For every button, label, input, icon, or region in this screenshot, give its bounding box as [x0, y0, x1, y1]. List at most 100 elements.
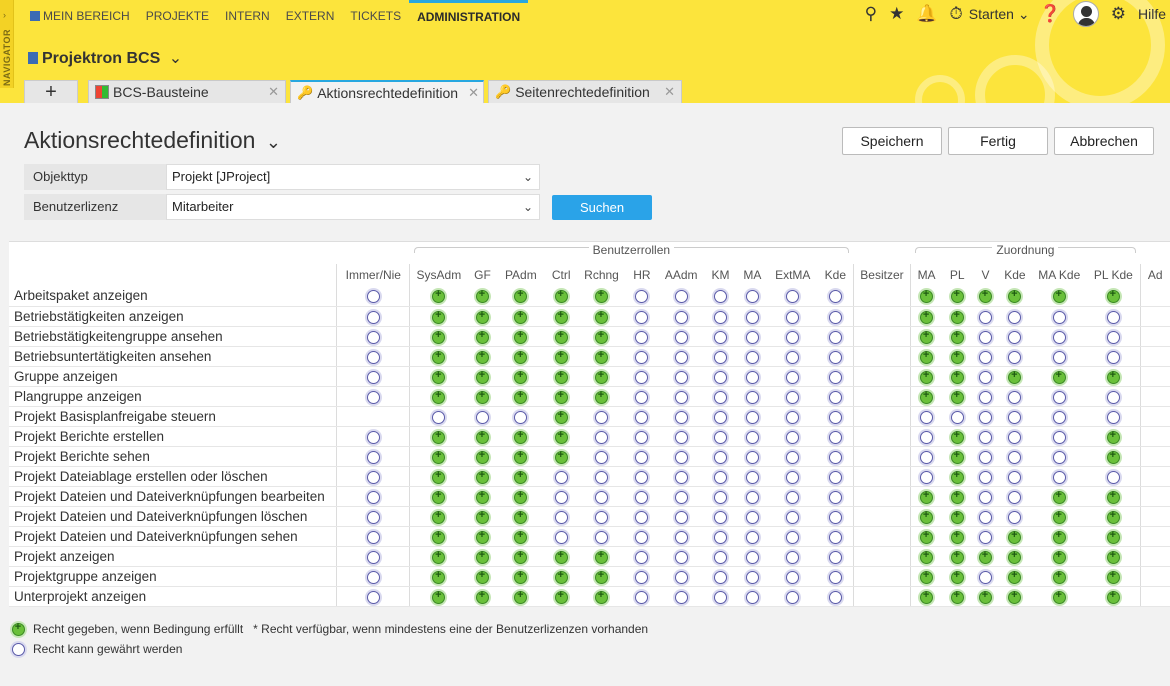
right-cell[interactable]: [497, 346, 545, 367]
granted-icon[interactable]: [475, 509, 489, 524]
right-cell[interactable]: [703, 526, 738, 547]
add-tab-button[interactable]: +: [24, 80, 78, 103]
gear-icon[interactable]: ⚙: [1111, 4, 1126, 24]
right-cell[interactable]: [998, 286, 1032, 307]
right-cell[interactable]: [624, 386, 659, 407]
right-cell[interactable]: [703, 546, 738, 567]
right-cell[interactable]: [1031, 506, 1088, 527]
right-cell[interactable]: [737, 466, 768, 487]
grantable-icon[interactable]: [745, 430, 759, 444]
granted-icon[interactable]: [475, 529, 489, 544]
grantable-icon[interactable]: [1008, 330, 1022, 344]
right-cell[interactable]: [624, 446, 659, 467]
tab-bcs-bausteine[interactable]: BCS-Bausteine ✕: [88, 80, 286, 103]
right-cell[interactable]: [818, 446, 854, 467]
grantable-icon[interactable]: [635, 450, 649, 464]
right-cell[interactable]: [767, 286, 819, 307]
granted-icon[interactable]: [432, 589, 446, 604]
right-cell[interactable]: [624, 406, 659, 427]
right-cell[interactable]: [972, 326, 999, 347]
granted-icon[interactable]: [920, 349, 934, 364]
right-cell[interactable]: [409, 466, 468, 487]
right-cell[interactable]: [941, 426, 973, 447]
right-cell[interactable]: [1087, 506, 1141, 527]
right-cell[interactable]: [544, 486, 579, 507]
right-cell[interactable]: [767, 306, 819, 327]
grantable-icon[interactable]: [554, 490, 568, 504]
grantable-icon[interactable]: [1052, 470, 1066, 484]
right-cell[interactable]: [336, 486, 410, 507]
right-cell[interactable]: [737, 346, 768, 367]
right-cell[interactable]: [409, 406, 468, 427]
right-cell[interactable]: [409, 526, 468, 547]
grantable-icon[interactable]: [786, 490, 800, 504]
right-cell[interactable]: [544, 586, 579, 607]
granted-icon[interactable]: [514, 329, 528, 344]
right-cell[interactable]: [658, 506, 704, 527]
granted-icon[interactable]: [432, 529, 446, 544]
grantable-icon[interactable]: [786, 330, 800, 344]
right-cell[interactable]: [767, 326, 819, 347]
right-cell[interactable]: [998, 486, 1032, 507]
grantable-icon[interactable]: [786, 590, 800, 604]
right-cell[interactable]: [624, 466, 659, 487]
grantable-icon[interactable]: [1052, 310, 1066, 324]
granted-icon[interactable]: [554, 429, 568, 444]
right-cell[interactable]: [818, 566, 854, 587]
granted-icon[interactable]: [514, 589, 528, 604]
granted-icon[interactable]: [475, 288, 489, 304]
grantable-icon[interactable]: [366, 310, 380, 324]
granted-icon[interactable]: [595, 349, 609, 364]
grantable-icon[interactable]: [366, 470, 380, 484]
project-selector[interactable]: Projektron BCS ⌄: [28, 48, 182, 68]
granted-icon[interactable]: [950, 389, 964, 404]
grantable-icon[interactable]: [979, 350, 992, 364]
right-cell[interactable]: [1031, 486, 1088, 507]
grantable-icon[interactable]: [979, 390, 992, 404]
right-cell[interactable]: [336, 506, 410, 527]
right-cell[interactable]: [767, 546, 819, 567]
grantable-icon[interactable]: [1008, 470, 1022, 484]
right-cell[interactable]: [336, 586, 410, 607]
right-cell[interactable]: [336, 526, 410, 547]
right-cell[interactable]: [910, 306, 942, 327]
grantable-icon[interactable]: [745, 390, 759, 404]
granted-icon[interactable]: [950, 449, 964, 464]
right-cell[interactable]: [818, 306, 854, 327]
grantable-icon[interactable]: [554, 530, 568, 544]
grantable-icon[interactable]: [366, 350, 380, 364]
right-cell[interactable]: [767, 426, 819, 447]
right-cell[interactable]: [658, 366, 704, 387]
right-cell[interactable]: [737, 566, 768, 587]
right-cell[interactable]: [336, 286, 410, 307]
right-cell[interactable]: [497, 586, 545, 607]
granted-icon[interactable]: [554, 288, 568, 304]
granted-icon[interactable]: [1106, 549, 1120, 564]
right-cell[interactable]: [1087, 526, 1141, 547]
right-cell[interactable]: [497, 286, 545, 307]
granted-icon[interactable]: [950, 429, 964, 444]
granted-icon[interactable]: [1106, 429, 1120, 444]
granted-icon[interactable]: [950, 329, 964, 344]
right-cell[interactable]: [1031, 346, 1088, 367]
grantable-icon[interactable]: [635, 550, 649, 564]
grantable-icon[interactable]: [920, 470, 934, 484]
right-cell[interactable]: [703, 466, 738, 487]
grantable-icon[interactable]: [635, 370, 649, 384]
grantable-icon[interactable]: [828, 450, 842, 464]
grantable-icon[interactable]: [674, 350, 688, 364]
right-cell[interactable]: [737, 526, 768, 547]
grantable-icon[interactable]: [745, 410, 759, 424]
grantable-icon[interactable]: [1008, 510, 1022, 524]
grantable-icon[interactable]: [674, 330, 688, 344]
grantable-icon[interactable]: [979, 330, 992, 344]
granted-icon[interactable]: [950, 549, 964, 564]
grantable-icon[interactable]: [366, 530, 380, 544]
granted-icon[interactable]: [1052, 509, 1066, 524]
granted-icon[interactable]: [595, 549, 609, 564]
help-icon[interactable]: ❓: [1040, 4, 1061, 24]
right-cell[interactable]: [910, 526, 942, 547]
granted-icon[interactable]: [554, 449, 568, 464]
right-cell[interactable]: [972, 386, 999, 407]
right-cell[interactable]: [658, 486, 704, 507]
